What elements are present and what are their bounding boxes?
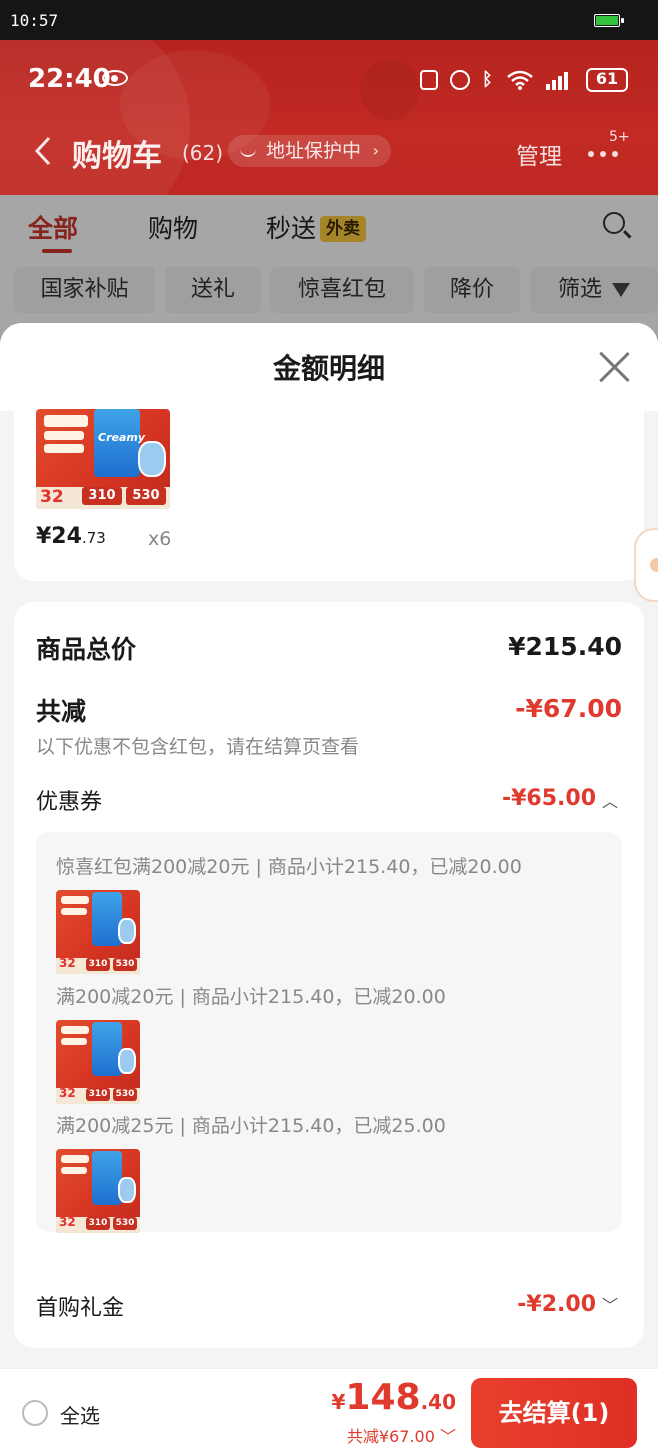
select-all-checkbox[interactable] (22, 1400, 48, 1426)
cart-header: 22:40 ᛒ 61 购物车 (62) 地址保护中 › 管理 5+ (0, 40, 658, 195)
coupon-price-b: 530 (113, 958, 137, 971)
smile-icon (240, 143, 256, 157)
total-main: 148 (345, 1377, 421, 1418)
coupon-price-a: 310 (86, 1217, 110, 1230)
coupon-price-a: 310 (86, 1088, 110, 1101)
coupon-product-image[interactable]: 32 310 530 (56, 890, 140, 974)
total-price-value: ¥215.40 (508, 632, 622, 661)
coupon-label: 优惠券 (36, 790, 103, 815)
item-price-decimal: .73 (81, 529, 106, 547)
product-price-b: 530 (126, 487, 166, 505)
chevron-down-icon[interactable]: ﹀ (602, 1292, 618, 1316)
chevron-right-icon: › (372, 141, 380, 160)
more-badge: 5+ (609, 129, 630, 145)
signal-icon (546, 70, 574, 90)
outer-status-bar: 10:57 (0, 0, 658, 40)
more-icon[interactable] (588, 151, 618, 157)
product-image[interactable]: Creamy 32 310 530 (36, 409, 170, 509)
floating-side-handle[interactable] (634, 528, 658, 602)
checkout-bar: 全选 ¥148.40 共减¥67.00 ﹀ 去结算(1) (0, 1368, 658, 1456)
item-price-main: ¥24 (36, 524, 82, 549)
first-purchase-gift-label: 首购礼金 (36, 1296, 125, 1321)
coupon-badge-price: 32 (59, 1086, 76, 1100)
address-protection-badge[interactable]: 地址保护中 › (228, 135, 392, 167)
total-price-label: 商品总价 (36, 635, 137, 664)
sheet-header: 金额明细 (0, 323, 658, 411)
checkout-button[interactable]: 去结算(1) (471, 1378, 637, 1448)
coupon-price-a: 310 (86, 958, 110, 971)
nav-bar: 购物车 (62) 地址保护中 › 管理 5+ (0, 127, 658, 177)
coupon-product-image[interactable]: 32 310 530 (56, 1020, 140, 1104)
phone-time: 22:40 (28, 64, 111, 94)
total-decimal: .40 (420, 1390, 456, 1414)
coupon-line-1: 惊喜红包满200减20元 | 商品小计215.40，已减20.00 (56, 856, 522, 878)
discount-value: -¥67.00 (515, 694, 622, 723)
cart-item-card: Creamy 32 310 530 ¥24.73 x6 (14, 409, 644, 581)
alarm-icon (450, 70, 470, 90)
address-protection-label: 地址保护中 (266, 140, 362, 162)
back-icon[interactable] (32, 135, 54, 167)
page-title: 购物车 (72, 139, 162, 174)
battery-icon (594, 14, 624, 27)
manage-button[interactable]: 管理 (516, 137, 562, 171)
coupon-value[interactable]: -¥65.00 (502, 786, 596, 811)
cart-count: (62) (182, 141, 224, 165)
product-badge-price: 32 (40, 487, 64, 507)
total-amount: ¥148.40 (331, 1377, 456, 1418)
sheet-title: 金额明细 (272, 352, 385, 385)
close-icon[interactable] (598, 351, 630, 383)
eye-icon (102, 70, 128, 86)
price-summary: 商品总价 ¥215.40 共减 -¥67.00 以下优惠不包含红包，请在结算页查… (14, 602, 644, 1348)
nfc-icon (420, 70, 438, 90)
coupon-line-3: 满200减25元 | 商品小计215.40，已减25.00 (56, 1115, 446, 1137)
item-price: ¥24.73 (36, 524, 106, 549)
chevron-down-icon: ﹀ (439, 1427, 456, 1446)
coupon-price-b: 530 (113, 1088, 137, 1101)
saved-amount-label: 共减¥67.00 (346, 1427, 435, 1446)
phone-status-bar: 22:40 ᛒ 61 (0, 60, 658, 100)
saved-amount[interactable]: 共减¥67.00 ﹀ (347, 1423, 456, 1447)
bluetooth-icon: ᛒ (482, 69, 493, 90)
coupon-line-2: 满200减20元 | 商品小计215.40，已减20.00 (56, 986, 446, 1008)
outer-time: 10:57 (10, 11, 59, 30)
coupon-detail-box: 惊喜红包满200减20元 | 商品小计215.40，已减20.00 32 310… (36, 832, 622, 1233)
first-purchase-gift-value[interactable]: -¥2.00 (517, 1292, 596, 1317)
discount-label: 共减 (36, 697, 87, 726)
coupon-product-image[interactable]: 32 310 530 (56, 1149, 140, 1233)
product-brand-text: Creamy (98, 431, 146, 444)
item-quantity: x6 (148, 528, 172, 550)
select-all-label[interactable]: 全选 (60, 1400, 100, 1429)
product-price-a: 310 (82, 487, 122, 505)
wifi-icon (507, 70, 533, 90)
discount-note: 以下优惠不包含红包，请在结算页查看 (36, 736, 360, 758)
currency-symbol: ¥ (331, 1390, 346, 1414)
coupon-badge-price: 32 (59, 1215, 76, 1229)
amount-detail-sheet: 金额明细 Creamy 32 310 530 ¥24.73 x6 商品总价 ¥2… (0, 323, 658, 1368)
coupon-badge-price: 32 (59, 956, 76, 970)
phone-battery: 61 (586, 68, 628, 92)
coupon-price-b: 530 (113, 1217, 137, 1230)
chevron-up-icon[interactable]: ︿ (602, 788, 618, 812)
